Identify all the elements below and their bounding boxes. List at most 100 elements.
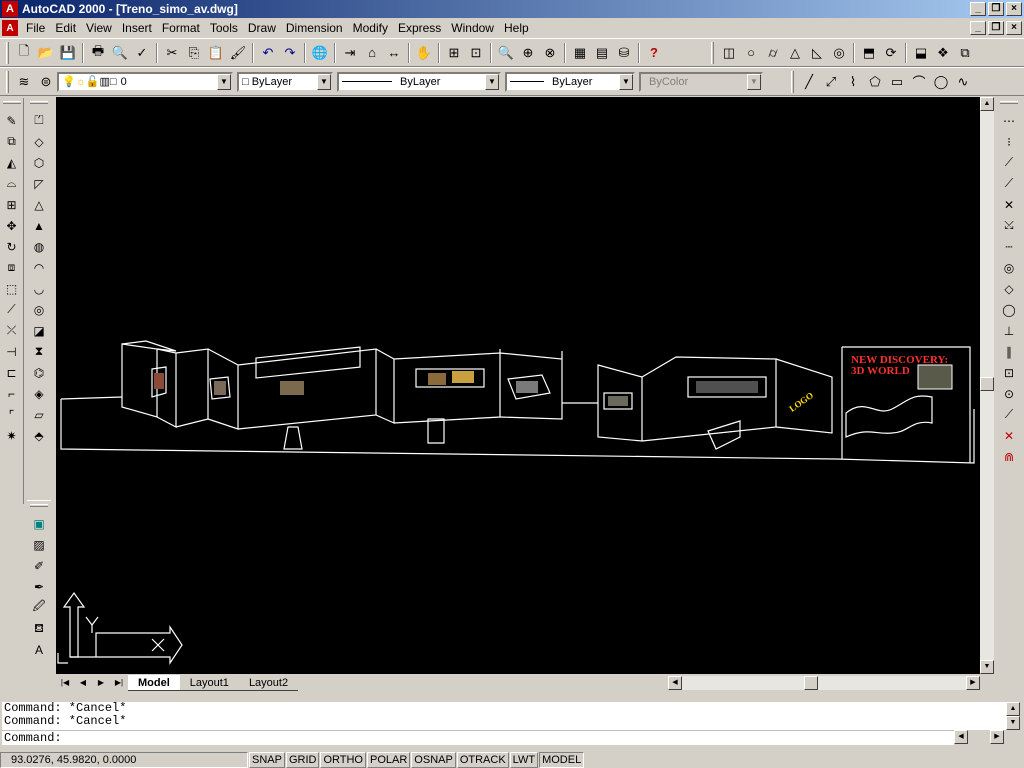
snap-parallel-icon[interactable]: ∥ — [999, 341, 1019, 362]
zoom-realtime-icon[interactable]: 🔍 — [495, 42, 517, 64]
extrude-icon[interactable]: ⬒ — [858, 42, 880, 64]
snap-nearest-icon[interactable]: ⟋ — [999, 404, 1019, 425]
cut-icon[interactable]: ✂ — [161, 42, 183, 64]
autocad-icon[interactable]: A — [2, 1, 18, 17]
matchprop-icon[interactable]: 🖌 — [227, 42, 249, 64]
pencil-icon[interactable]: ✐ — [29, 555, 49, 576]
vertical-scroll-thumb[interactable] — [980, 377, 994, 391]
aerial-icon[interactable]: ⊞ — [443, 42, 465, 64]
lineweight-combo[interactable]: ByLayer ▼ — [505, 71, 635, 92]
wedge3d-icon[interactable]: ◸ — [29, 173, 49, 194]
break-icon[interactable]: ⊏ — [2, 362, 22, 383]
layer-manager-icon[interactable]: ≋ — [13, 71, 35, 93]
torus3d-icon[interactable]: ◎ — [29, 299, 49, 320]
tab-model[interactable]: Model — [128, 675, 180, 691]
help-icon[interactable]: ? — [643, 42, 665, 64]
osnap-settings-icon[interactable]: ⋒ — [999, 446, 1019, 467]
snap-apparent-icon[interactable]: ⤩ — [999, 215, 1019, 236]
menu-express[interactable]: Express — [394, 21, 447, 35]
menu-view[interactable]: View — [82, 21, 118, 35]
snap-intersection-icon[interactable]: ✕ — [999, 194, 1019, 215]
copy-icon[interactable]: ⎘ — [183, 42, 205, 64]
rulesurf-icon[interactable]: ▱ — [29, 404, 49, 425]
torus-icon[interactable]: ◎ — [828, 42, 850, 64]
mirror-icon[interactable]: ◭ — [2, 152, 22, 173]
chevron-down-icon[interactable]: ▼ — [619, 73, 633, 90]
save-icon[interactable]: 💾 — [57, 42, 79, 64]
hyperlink-icon[interactable]: 🌐 — [309, 42, 331, 64]
first-tab-button[interactable]: |◀ — [56, 675, 74, 691]
fill-icon[interactable]: ⛾ — [29, 618, 49, 639]
snap-center-icon[interactable]: ◎ — [999, 257, 1019, 278]
3dface-icon[interactable]: ◪ — [29, 320, 49, 341]
plane-icon[interactable]: ◇ — [29, 131, 49, 152]
color-combo[interactable]: □ ByLayer ▼ — [237, 71, 333, 92]
wedge-icon[interactable]: ◺ — [806, 42, 828, 64]
open-icon[interactable]: 📂 — [35, 42, 57, 64]
toolbar-grip[interactable] — [6, 70, 9, 93]
offset-icon[interactable]: ⌓ — [2, 173, 22, 194]
doc-close-button[interactable]: × — [1006, 21, 1022, 35]
scale-icon[interactable]: ⧈ — [2, 257, 22, 278]
dome-icon[interactable]: ◠ — [29, 257, 49, 278]
toolbar-grip[interactable] — [30, 101, 48, 104]
menu-dimension[interactable]: Dimension — [282, 21, 349, 35]
tab-layout1[interactable]: Layout1 — [179, 675, 239, 691]
redo-icon[interactable]: ↷ — [279, 42, 301, 64]
doc-minimize-button[interactable]: _ — [970, 21, 986, 35]
temp-track-icon[interactable]: ⋯ — [999, 110, 1019, 131]
close-button[interactable]: × — [1006, 2, 1022, 16]
arc-icon[interactable]: ⌒ — [908, 71, 930, 93]
menu-format[interactable]: Format — [158, 21, 206, 35]
tab-layout2[interactable]: Layout2 — [238, 675, 299, 691]
chevron-down-icon[interactable]: ▼ — [747, 73, 761, 90]
coordinate-display[interactable]: 93.0276, 45.9820, 0.0000 — [0, 751, 248, 768]
line-icon[interactable]: ╱ — [798, 71, 820, 93]
undo-icon[interactable]: ↶ — [257, 42, 279, 64]
snap-tangent-icon[interactable]: ◯ — [999, 299, 1019, 320]
cmd-scroll-down-button[interactable]: ▼ — [1006, 716, 1020, 730]
spline-icon[interactable]: ∿ — [952, 71, 974, 93]
render-icon[interactable]: ▣ — [29, 513, 49, 534]
snap-node-icon[interactable]: ⊙ — [999, 383, 1019, 404]
box-icon[interactable]: ◫ — [718, 42, 740, 64]
explode-icon[interactable]: ✷ — [2, 425, 22, 446]
horizontal-scrollbar[interactable]: ◀ ▶ — [668, 676, 980, 690]
stretch-icon[interactable]: ⬚ — [2, 278, 22, 299]
otrack-toggle[interactable]: OTRACK — [456, 751, 509, 768]
designcenter-icon[interactable]: ▤ — [591, 42, 613, 64]
zoom-window-icon[interactable]: ⊡ — [465, 42, 487, 64]
polygon-icon[interactable]: ⬠ — [864, 71, 886, 93]
doc-restore-button[interactable]: ❐ — [988, 21, 1004, 35]
sphere3d-icon[interactable]: ◍ — [29, 236, 49, 257]
polyline-icon[interactable]: ⌇ — [842, 71, 864, 93]
cmd-scroll-left-button[interactable]: ◀ — [954, 730, 968, 744]
linetype-combo[interactable]: ByLayer ▼ — [337, 71, 501, 92]
text-icon[interactable]: A — [29, 639, 49, 660]
menu-draw[interactable]: Draw — [244, 21, 282, 35]
snap-from-icon[interactable]: ⁝ — [999, 131, 1019, 152]
chevron-down-icon[interactable]: ▼ — [317, 73, 331, 90]
cone-icon[interactable]: △ — [784, 42, 806, 64]
toolbar-grip[interactable] — [6, 41, 9, 64]
last-tab-button[interactable]: ▶| — [110, 675, 128, 691]
trim-icon[interactable]: ⤫ — [2, 320, 22, 341]
layer-combo[interactable]: 💡 ☼ 🔓 ▥ □ 0 ▼ — [57, 71, 233, 92]
chevron-down-icon[interactable]: ▼ — [217, 73, 231, 90]
spell-icon[interactable]: ✓ — [131, 42, 153, 64]
osnap-toggle[interactable]: OSNAP — [411, 751, 456, 768]
menu-file[interactable]: File — [22, 21, 51, 35]
array-icon[interactable]: ⊞ — [2, 194, 22, 215]
toolbar-grip[interactable] — [30, 504, 48, 507]
chamfer-icon[interactable]: ⌐ — [2, 383, 22, 404]
cmd-scroll-up-button[interactable]: ▲ — [1006, 702, 1020, 716]
surface-icon[interactable]: ⏍ — [29, 110, 49, 131]
menu-modify[interactable]: Modify — [349, 21, 394, 35]
snap-icon[interactable]: ⇥ — [339, 42, 361, 64]
scroll-left-button[interactable]: ◀ — [668, 676, 682, 690]
interfere-icon[interactable]: ⧉ — [954, 42, 976, 64]
fillet-icon[interactable]: ⌜ — [2, 404, 22, 425]
properties-icon[interactable]: ▦ — [569, 42, 591, 64]
brush-icon[interactable]: 🖉 — [29, 597, 49, 618]
sphere-icon[interactable]: ○ — [740, 42, 762, 64]
